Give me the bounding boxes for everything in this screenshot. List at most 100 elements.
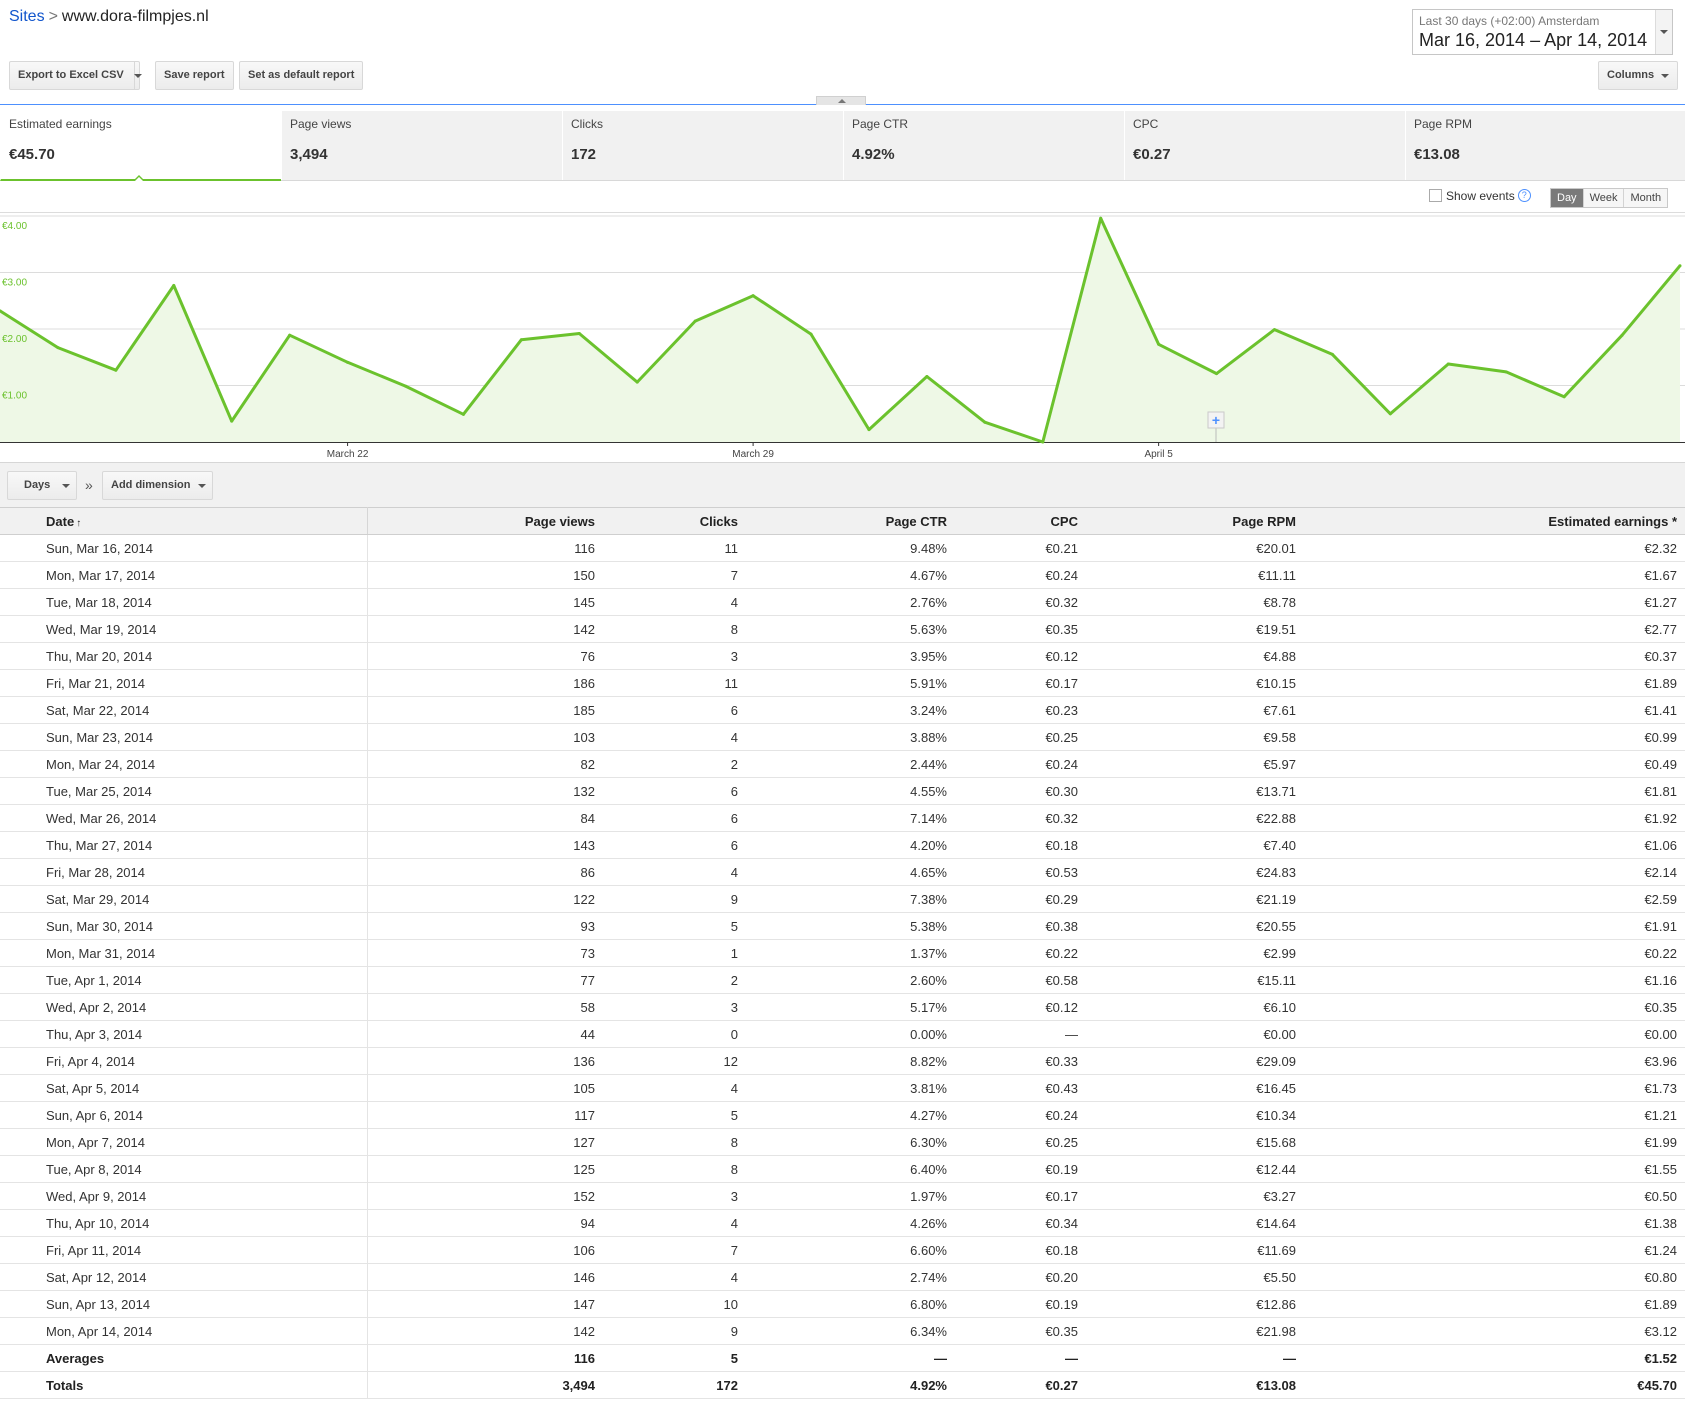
column-header-page-views[interactable]: Page views — [367, 507, 603, 535]
chart-point[interactable] — [56, 346, 60, 350]
cell-estimated-earnings: €3.96 — [1304, 1047, 1685, 1075]
chart-point[interactable] — [461, 412, 465, 416]
column-header-cpc[interactable]: CPC — [955, 507, 1086, 535]
granularity-day-button[interactable]: Day — [1551, 189, 1583, 207]
cell-date: Mon, Mar 17, 2014 — [0, 561, 368, 589]
cell-page-rpm: €24.83 — [1086, 858, 1304, 886]
collapse-chart-toggle[interactable] — [816, 96, 866, 105]
chart-point[interactable] — [1272, 328, 1276, 332]
cell-page-rpm: €8.78 — [1086, 588, 1304, 616]
chart-point[interactable] — [1330, 352, 1334, 356]
chart-point[interactable] — [346, 360, 350, 364]
x-tick-label: April 5 — [1144, 449, 1173, 460]
cell-clicks: 7 — [603, 561, 746, 589]
breadcrumb-sites-link[interactable]: Sites — [9, 8, 45, 25]
cell-clicks: 2 — [603, 750, 746, 778]
chart-point[interactable] — [1446, 362, 1450, 366]
scorecard-page-rpm[interactable]: Page RPM €13.08 — [1405, 111, 1685, 180]
chart-point[interactable] — [635, 380, 639, 384]
chart-point[interactable] — [1678, 264, 1682, 268]
cell-page-views: 136 — [367, 1047, 603, 1075]
cell-clicks: 4 — [603, 1074, 746, 1102]
column-header-page-ctr[interactable]: Page CTR — [746, 507, 955, 535]
columns-button[interactable]: Columns — [1598, 61, 1678, 90]
cell-page-ctr: 6.40% — [746, 1155, 955, 1183]
cell-clicks: 5 — [603, 1101, 746, 1129]
chart-point[interactable] — [693, 319, 697, 323]
chart-point[interactable] — [1620, 333, 1624, 337]
chart-point[interactable] — [1041, 440, 1045, 444]
breadcrumb: Sites > www.dora-filmpjes.nl — [9, 8, 209, 26]
cell-cpc: €0.29 — [955, 885, 1086, 913]
cell-date: Fri, Mar 28, 2014 — [0, 858, 368, 886]
cell-estimated-earnings: €2.32 — [1304, 534, 1685, 562]
chart-point[interactable] — [404, 384, 408, 388]
scorecard-cpc[interactable]: CPC €0.27 — [1124, 111, 1405, 180]
help-icon[interactable]: ? — [1517, 189, 1531, 202]
cell-page-rpm: €10.15 — [1086, 669, 1304, 697]
cell-page-rpm: €10.34 — [1086, 1101, 1304, 1129]
chart-point[interactable] — [809, 332, 813, 336]
cell-clicks: 5 — [603, 912, 746, 940]
chart-point[interactable] — [577, 332, 581, 336]
chart-point[interactable] — [1215, 372, 1219, 376]
chart-point[interactable] — [172, 283, 176, 287]
chart-point[interactable] — [751, 294, 755, 298]
export-options-dropdown[interactable] — [124, 61, 151, 90]
cell-clicks: 4 — [603, 1263, 746, 1291]
cell-date: Thu, Apr 3, 2014 — [0, 1020, 368, 1048]
save-report-button[interactable]: Save report — [155, 61, 234, 90]
export-csv-button[interactable]: Export to Excel CSV — [9, 61, 140, 90]
cell-estimated-earnings: €1.06 — [1304, 831, 1685, 859]
chart-point[interactable] — [1562, 395, 1566, 399]
cell-cpc: €0.58 — [955, 966, 1086, 994]
chart-point[interactable] — [519, 338, 523, 342]
chart-point[interactable] — [1504, 370, 1508, 374]
table-row: Mon, Apr 14, 2014 142 9 6.34% €0.35 €21.98 €3.… — [0, 1317, 1685, 1345]
set-default-report-button[interactable]: Set as default report — [239, 61, 364, 90]
show-events-checkbox[interactable] — [1429, 189, 1442, 202]
column-header-estimated-earnings[interactable]: Estimated earnings * — [1304, 507, 1685, 535]
chart-point[interactable] — [1388, 412, 1392, 416]
cell-page-ctr: 5.17% — [746, 993, 955, 1021]
days-dimension-dropdown[interactable]: Days — [7, 471, 77, 500]
chart-point[interactable] — [1099, 216, 1103, 220]
cell-page-rpm: €15.68 — [1086, 1128, 1304, 1156]
chart-point[interactable] — [867, 428, 871, 432]
cell-cpc: €0.24 — [955, 1101, 1086, 1129]
granularity-month-button[interactable]: Month — [1623, 189, 1668, 207]
cell-cpc: €0.53 — [955, 858, 1086, 886]
granularity-week-button[interactable]: Week — [1582, 189, 1624, 207]
cell-page-rpm: €14.64 — [1086, 1209, 1304, 1237]
cell-clicks: 10 — [603, 1290, 746, 1318]
date-range-dropdown-button[interactable] — [1655, 10, 1672, 54]
chart-point[interactable] — [1157, 342, 1161, 346]
chart-point[interactable] — [114, 368, 118, 372]
scorecard-page-ctr[interactable]: Page CTR 4.92% — [843, 111, 1124, 180]
scorecard-clicks[interactable]: Clicks 172 — [562, 111, 843, 180]
scorecard-estimated-earnings[interactable]: Estimated earnings €45.70 — [0, 111, 281, 181]
cell-page-ctr: 6.34% — [746, 1317, 955, 1345]
chart-point[interactable] — [925, 374, 929, 378]
table-row: Wed, Apr 2, 2014 58 3 5.17% €0.12 €6.10 €0.35 — [0, 993, 1685, 1021]
chart-point[interactable] — [983, 420, 987, 424]
cell-clicks: 6 — [603, 831, 746, 859]
cell-cpc: €0.34 — [955, 1209, 1086, 1237]
cell-cpc: €0.18 — [955, 1236, 1086, 1264]
show-events-toggle[interactable]: Show events? — [1429, 189, 1531, 203]
cell-page-views: 93 — [367, 912, 603, 940]
cell-page-views: 127 — [367, 1128, 603, 1156]
table-row: Tue, Apr 1, 2014 77 2 2.60% €0.58 €15.11 €1.16 — [0, 966, 1685, 994]
column-header-date[interactable]: Date ↑ — [0, 507, 368, 535]
column-header-clicks[interactable]: Clicks — [603, 507, 746, 535]
cell-estimated-earnings: €1.91 — [1304, 912, 1685, 940]
cell-page-ctr: 2.74% — [746, 1263, 955, 1291]
cell-clicks: 11 — [603, 669, 746, 697]
date-range-picker[interactable]: Last 30 days (+02:00) Amsterdam Mar 16, … — [1412, 9, 1673, 55]
cell-date: Mon, Apr 14, 2014 — [0, 1317, 368, 1345]
column-header-page-rpm[interactable]: Page RPM — [1086, 507, 1304, 535]
chart-point[interactable] — [288, 333, 292, 337]
scorecard-page-views[interactable]: Page views 3,494 — [281, 111, 562, 180]
chart-point[interactable] — [230, 419, 234, 423]
add-dimension-button[interactable]: Add dimension — [102, 471, 213, 500]
